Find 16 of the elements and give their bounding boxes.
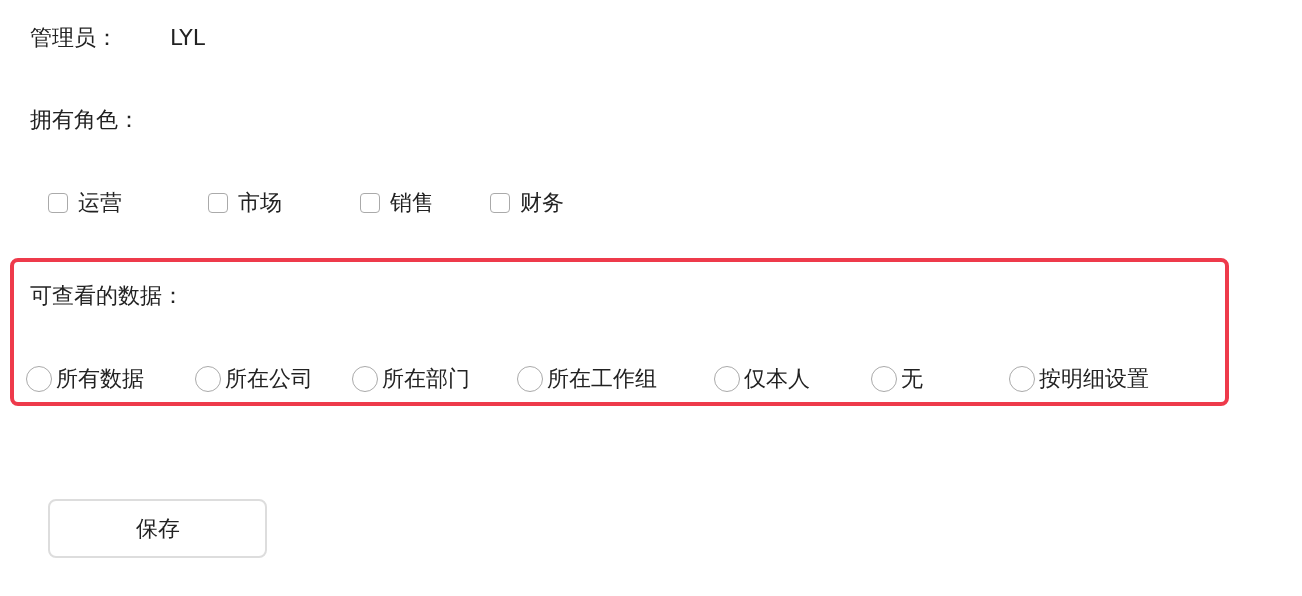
scope-radio[interactable]: 所在公司 bbox=[195, 365, 353, 393]
scope-radio[interactable]: 所有数据 bbox=[26, 365, 196, 393]
scope-radio[interactable]: 所在部门 bbox=[352, 365, 518, 393]
save-button[interactable]: 保存 bbox=[48, 499, 267, 558]
scope-radio[interactable]: 仅本人 bbox=[713, 365, 872, 393]
scope-radio[interactable]: 按明细设置 bbox=[1008, 365, 1226, 393]
admin-label: 管理员： bbox=[30, 24, 118, 52]
role-checkbox[interactable]: 财务 bbox=[490, 188, 610, 218]
scope-radio[interactable]: 无 bbox=[871, 365, 1009, 393]
role-checkbox[interactable]: 市场 bbox=[208, 188, 360, 218]
role-checkbox[interactable]: 销售 bbox=[360, 188, 490, 218]
roles-title: 拥有角色： bbox=[29, 106, 141, 134]
role-checkbox[interactable]: 运营 bbox=[48, 188, 208, 218]
data-scope-title: 可查看的数据： bbox=[30, 282, 185, 310]
admin-name: LYL bbox=[170, 24, 206, 52]
scope-radio[interactable]: 所在工作组 bbox=[517, 365, 714, 393]
